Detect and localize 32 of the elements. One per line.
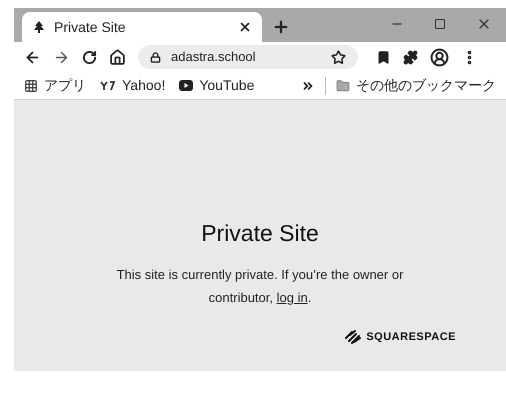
tab-title: Private Site xyxy=(54,18,127,36)
close-icon[interactable] xyxy=(238,20,252,34)
play-button-icon xyxy=(179,80,194,91)
reload-icon[interactable] xyxy=(82,50,97,64)
bookmark-label: アプリ xyxy=(44,76,86,95)
bookmark-label: その他のブックマーク xyxy=(356,76,496,95)
home-icon[interactable] xyxy=(109,48,126,66)
folder-icon xyxy=(336,78,350,92)
browser-tab[interactable]: Private Site xyxy=(22,12,262,42)
tree-logo-icon xyxy=(32,20,46,34)
bookmark-label: Yahoo! xyxy=(122,76,166,95)
private-site-message: This site is currently private. If you’re the owner or contributor, log in. xyxy=(116,266,404,307)
yahoo-logo-icon xyxy=(100,80,116,90)
bookmark-icon[interactable] xyxy=(376,50,391,64)
maximize-icon[interactable] xyxy=(434,18,446,30)
account-icon[interactable] xyxy=(430,48,449,66)
puzzle-piece-icon[interactable] xyxy=(403,50,418,64)
other-bookmarks[interactable]: その他のブックマーク xyxy=(336,75,496,96)
page-title: Private Site xyxy=(201,219,319,248)
bookmark-item[interactable]: YouTube xyxy=(179,75,258,96)
url-text: adastra.school xyxy=(171,48,257,66)
bookmark-item[interactable]: アプリ xyxy=(24,75,90,96)
lock-icon xyxy=(150,52,161,62)
log-in-link[interactable]: log in xyxy=(276,290,308,304)
address-bar[interactable]: adastra.school xyxy=(138,45,358,69)
star-icon[interactable] xyxy=(331,50,346,64)
new-tab-icon[interactable] xyxy=(272,18,290,36)
bookmark-item[interactable]: Yahoo! xyxy=(100,75,170,96)
brand-name: SQUARESPACE xyxy=(366,330,456,344)
squarespace-logo-icon xyxy=(344,330,362,344)
apps-grid-icon xyxy=(24,78,38,92)
bookmark-label: YouTube xyxy=(199,76,254,95)
